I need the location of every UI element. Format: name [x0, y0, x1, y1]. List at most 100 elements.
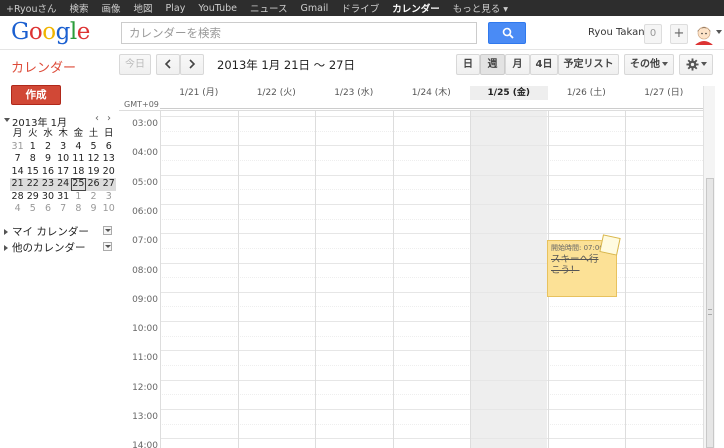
topbar-item[interactable]: もっと見る ▾	[453, 1, 508, 15]
collapse-icon[interactable]	[4, 118, 10, 122]
topbar-item[interactable]: Gmail	[301, 3, 329, 14]
mini-calendar-day[interactable]: 8	[71, 203, 86, 216]
mini-calendar-day[interactable]: 16	[40, 166, 55, 179]
mini-calendar-title[interactable]: 2013年 1月	[12, 114, 67, 129]
topbar-item[interactable]: 検索	[70, 1, 89, 15]
other-calendars-header[interactable]: 他のカレンダー	[4, 240, 86, 255]
other-calendars-menu-button[interactable]	[103, 242, 112, 251]
mini-calendar-day[interactable]: 5	[86, 141, 101, 154]
mini-calendar-day[interactable]: 8	[25, 153, 40, 166]
view-week-button[interactable]: 週	[480, 54, 505, 75]
hour-label: 07:00	[132, 236, 158, 247]
mini-calendar-day[interactable]: 15	[25, 166, 40, 179]
more-button[interactable]: その他	[624, 54, 674, 75]
today-button[interactable]: 今日	[119, 54, 151, 75]
view-day-button[interactable]: 日	[456, 54, 480, 75]
mini-calendar-day[interactable]: 17	[56, 166, 71, 179]
mini-calendar-day[interactable]: 26	[86, 178, 101, 191]
settings-button[interactable]	[679, 54, 713, 75]
mini-calendar-day[interactable]: 20	[101, 166, 116, 179]
scrollbar-thumb[interactable]	[706, 178, 714, 448]
mini-calendar-day[interactable]: 25	[70, 178, 86, 191]
hour-label: 12:00	[132, 382, 158, 393]
search-button[interactable]	[488, 22, 526, 44]
mini-calendar-day[interactable]: 23	[40, 178, 55, 191]
google-bar: +Ryouさん 検索 画像 地図 Play YouTube ニュース Gmail ドライブ カレン…	[0, 0, 724, 16]
day-header[interactable]: 1/21 (月)	[160, 86, 238, 100]
day-header[interactable]: 1/27 (日)	[625, 86, 703, 100]
mini-calendar-day[interactable]: 1	[71, 191, 86, 204]
mini-calendar-day[interactable]: 3	[101, 191, 116, 204]
day-header[interactable]: 1/24 (木)	[393, 86, 471, 100]
mini-calendar-day[interactable]: 4	[71, 141, 86, 154]
mini-calendar-day[interactable]: 9	[86, 203, 101, 216]
hour-line	[160, 291, 703, 293]
half-hour-line	[160, 218, 703, 220]
topbar-item[interactable]: YouTube	[198, 3, 237, 14]
my-calendars-header[interactable]: マイ カレンダー	[4, 224, 89, 239]
view-month-button[interactable]: 月	[505, 54, 530, 75]
mini-prev-button[interactable]: ‹	[95, 113, 99, 124]
prev-period-button[interactable]	[156, 54, 180, 75]
topbar-item[interactable]: +Ryouさん	[6, 1, 57, 15]
mini-calendar-day[interactable]: 10	[56, 153, 71, 166]
search-input[interactable]: カレンダーを検索	[121, 22, 477, 44]
mini-calendar-day[interactable]: 30	[40, 191, 55, 204]
day-header[interactable]: 1/23 (水)	[315, 86, 393, 100]
mini-calendar-day[interactable]: 6	[101, 141, 116, 154]
day-header[interactable]: 1/22 (火)	[238, 86, 316, 100]
topbar-item[interactable]: 画像	[102, 1, 121, 15]
day-header[interactable]: 1/25 (金)	[470, 86, 548, 100]
topbar-item[interactable]: ドライブ	[341, 1, 379, 15]
my-calendars-menu-button[interactable]	[103, 226, 112, 235]
mini-calendar-day[interactable]: 2	[86, 191, 101, 204]
next-period-button[interactable]	[180, 54, 204, 75]
mini-calendar-day[interactable]: 21	[10, 178, 25, 191]
mini-calendar-day[interactable]: 7	[56, 203, 71, 216]
mini-calendar-day[interactable]: 27	[101, 178, 116, 191]
topbar-item[interactable]: ニュース	[250, 1, 288, 15]
topbar-item[interactable]: 地図	[134, 1, 153, 15]
all-day-row[interactable]	[160, 100, 703, 109]
create-button[interactable]: 作成	[11, 85, 61, 105]
chevron-down-icon[interactable]	[716, 30, 722, 34]
topbar-item[interactable]: カレンダー	[392, 1, 440, 15]
view-4day-button[interactable]: 4日	[530, 54, 558, 75]
mini-calendar-day[interactable]: 9	[40, 153, 55, 166]
scrollbar[interactable]	[703, 86, 715, 448]
mini-calendar-day[interactable]: 7	[10, 153, 25, 166]
logo-letter: l	[69, 19, 77, 45]
mini-calendar-day[interactable]: 14	[10, 166, 25, 179]
mini-calendar-day[interactable]: 5	[25, 203, 40, 216]
mini-calendar-day[interactable]: 2	[40, 141, 55, 154]
view-agenda-button[interactable]: 予定リスト	[558, 54, 619, 75]
mini-calendar-day[interactable]: 18	[71, 166, 86, 179]
mini-calendar-day[interactable]: 3	[56, 141, 71, 154]
logo-letter: g	[55, 19, 71, 45]
mini-calendar-day[interactable]: 24	[56, 178, 71, 191]
mini-calendar-day[interactable]: 11	[71, 153, 86, 166]
mini-calendar-day[interactable]: 1	[25, 141, 40, 154]
mini-calendar-day[interactable]: 29	[25, 191, 40, 204]
mini-calendar-day[interactable]: 12	[86, 153, 101, 166]
mini-calendar-day[interactable]: 31	[10, 141, 25, 154]
mini-next-button[interactable]: ›	[107, 113, 111, 124]
user-name[interactable]: Ryou Takano	[588, 27, 651, 38]
mini-calendar-day[interactable]: 19	[86, 166, 101, 179]
weekday-label: 木	[58, 128, 68, 139]
mini-calendar-day[interactable]: 10	[101, 203, 116, 216]
mini-calendar-day[interactable]: 22	[25, 178, 40, 191]
mini-calendar-day[interactable]: 4	[10, 203, 25, 216]
topbar-item[interactable]: Play	[166, 3, 186, 14]
mini-calendar-day[interactable]: 6	[40, 203, 55, 216]
day-column-divider	[160, 111, 161, 448]
mini-calendar-day[interactable]: 31	[56, 191, 71, 204]
avatar[interactable]	[693, 23, 715, 45]
google-logo[interactable]: Google	[11, 19, 90, 45]
mini-calendar-day[interactable]: 13	[101, 153, 116, 166]
half-hour-line	[160, 189, 703, 191]
mini-calendar-day[interactable]: 28	[10, 191, 25, 204]
notification-count[interactable]: 0	[644, 24, 662, 44]
share-button[interactable]: +	[670, 24, 688, 44]
day-header[interactable]: 1/26 (土)	[548, 86, 626, 100]
